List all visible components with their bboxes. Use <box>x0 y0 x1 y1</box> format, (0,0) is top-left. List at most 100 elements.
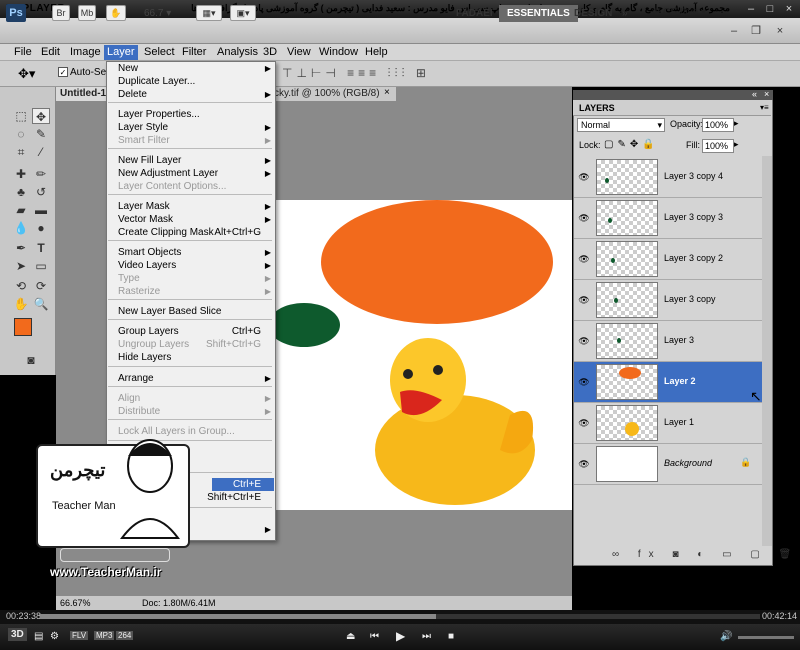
layer-menu-item[interactable]: Hide Layers <box>107 351 275 364</box>
visibility-eye-icon[interactable]: 👁 <box>578 254 590 265</box>
move-tool-icon[interactable]: ✥▾ <box>18 66 35 82</box>
play-icon[interactable]: ▶ <box>396 629 405 643</box>
visibility-eye-icon[interactable]: 👁 <box>578 172 590 183</box>
quick-selection-icon[interactable]: ✎ <box>32 126 50 142</box>
align-buttons[interactable]: ⊤⊥⊢⊣ ≡≡≡ ⫶⫶⫶ ⊞ <box>282 66 430 81</box>
zoom-tool-icon[interactable]: 🔍 <box>32 296 50 312</box>
tab-untitled-1[interactable]: Untitled-1 <box>56 87 112 101</box>
dodge-tool-icon[interactable]: ● <box>32 220 50 236</box>
opacity-arrow-icon[interactable]: ▸ <box>734 118 739 129</box>
layer-name[interactable]: Layer 3 copy 2 <box>664 253 723 263</box>
menu-3d[interactable]: 3D <box>260 45 280 60</box>
volume-icon[interactable]: 🔊 <box>720 631 732 642</box>
layer-name[interactable]: Layer 1 <box>664 417 694 427</box>
menu-image[interactable]: Image <box>67 45 104 60</box>
visibility-eye-icon[interactable]: 👁 <box>578 213 590 224</box>
layer-menu-item[interactable]: Smart Objects ▶ <box>107 246 275 259</box>
menu-layer[interactable]: Layer <box>104 45 138 60</box>
minimize-icon[interactable]: – <box>743 2 759 16</box>
layer-footer-buttons[interactable]: ∞ fx ◙ ◐ ▭ ▢ 🗑 <box>612 549 799 560</box>
blur-tool-icon[interactable]: 💧 <box>12 220 30 236</box>
tab-ducky[interactable]: cky.tif @ 100% (RGB/8) <box>270 87 396 101</box>
path-selection-icon[interactable]: ➤ <box>12 258 30 274</box>
visibility-eye-icon[interactable]: 👁 <box>578 377 590 388</box>
fill-arrow-icon[interactable]: ▸ <box>734 139 739 150</box>
visibility-eye-icon[interactable]: 👁 <box>578 459 590 470</box>
lock-buttons[interactable]: ▢✎✥🔒 <box>604 139 659 150</box>
layer-menu-item[interactable]: Arrange ▶ <box>107 372 275 385</box>
close-icon[interactable]: × <box>781 2 797 16</box>
layer-menu-item[interactable]: Video Layers ▶ <box>107 259 275 272</box>
layer-menu-item[interactable]: Layer Properties... <box>107 108 275 121</box>
history-brush-icon[interactable]: ↺ <box>32 184 50 200</box>
menu-help[interactable]: Help <box>362 45 391 60</box>
view-extras-button[interactable]: ▦▾ <box>196 5 222 21</box>
layer-name[interactable]: Layer 2 <box>664 376 696 386</box>
pen-tool-icon[interactable]: ✒ <box>12 240 30 256</box>
3d-rotate-icon[interactable]: ⟲ <box>12 278 30 294</box>
menu-select[interactable]: Select <box>141 45 178 60</box>
rubber-duck-image[interactable] <box>360 330 540 510</box>
marquee-tool-icon[interactable]: ⬚ <box>12 108 30 124</box>
arrange-documents-button[interactable]: ▣▾ <box>230 5 256 21</box>
minibridge-button[interactable]: Mb <box>78 5 96 21</box>
layer-name[interactable]: Layer 3 <box>664 335 694 345</box>
move-tool-icon[interactable]: ✥ <box>32 108 50 124</box>
bridge-button[interactable]: Br <box>52 5 70 21</box>
crop-tool-icon[interactable]: ⌗ <box>12 144 30 160</box>
status-zoom[interactable]: 66.67% <box>60 598 91 608</box>
visibility-eye-icon[interactable]: 👁 <box>578 418 590 429</box>
visibility-eye-icon[interactable]: 👁 <box>578 295 590 306</box>
ps-restore-icon[interactable]: ❐ <box>748 24 764 38</box>
menu-file[interactable]: File <box>11 45 35 60</box>
layer-name[interactable]: Background <box>664 458 712 468</box>
layer-menu-item[interactable]: Vector Mask ▶ <box>107 213 275 226</box>
maximize-icon[interactable]: □ <box>762 2 778 16</box>
layer-menu-item[interactable]: Create Clipping Mask Alt+Ctrl+G <box>107 226 275 239</box>
ps-minimize-icon[interactable]: – <box>726 24 742 38</box>
ps-close-icon[interactable]: × <box>772 24 788 38</box>
hand-tool-icon[interactable]: ✋ <box>12 296 30 312</box>
panel-close-icon[interactable]: × <box>764 89 769 99</box>
auto-select-checkbox[interactable]: ✓ <box>58 67 68 77</box>
settings-icon[interactable]: ⚙ <box>50 631 59 642</box>
stamp-tool-icon[interactable]: ♣ <box>12 184 30 200</box>
layer-menu-item[interactable]: Duplicate Layer... <box>107 75 275 88</box>
workspace-design[interactable]: DESIGN <box>566 5 620 22</box>
eyedropper-tool-icon[interactable]: ⁄ <box>32 144 50 160</box>
layer-name[interactable]: Layer 3 copy 4 <box>664 171 723 181</box>
zoom-level-field[interactable]: 66.7 ▾ <box>144 6 192 21</box>
layer-menu-item[interactable]: New Adjustment Layer ▶ <box>107 167 275 180</box>
layer-menu-item[interactable]: Layer Mask ▶ <box>107 200 275 213</box>
fill-field[interactable]: 100% <box>702 139 734 153</box>
lasso-tool-icon[interactable]: ◌ <box>12 126 30 142</box>
layer-menu-item[interactable]: Delete ▶ <box>107 88 275 101</box>
workspace-fadaei[interactable]: FADAEI <box>448 5 501 22</box>
panel-titlebar[interactable] <box>573 90 773 100</box>
opacity-field[interactable]: 100% <box>702 118 734 132</box>
panel-collapse-icon[interactable]: « <box>752 89 757 99</box>
quick-mask-icon[interactable]: ◙ <box>22 352 40 368</box>
playlist-icon[interactable]: ▤ <box>34 631 43 642</box>
blend-mode-select[interactable]: Normal ▾ <box>577 118 665 132</box>
orange-ellipse-layer[interactable] <box>321 200 553 324</box>
next-icon[interactable]: ⏭ <box>422 631 431 642</box>
layer-name[interactable]: Layer 3 copy 3 <box>664 212 723 222</box>
eraser-tool-icon[interactable]: ▰ <box>12 202 30 218</box>
previous-icon[interactable]: ⏮ <box>370 631 379 642</box>
eject-icon[interactable]: ⏏ <box>346 631 355 642</box>
menu-window[interactable]: Window <box>316 45 361 60</box>
3d-button[interactable]: 3D <box>8 628 27 641</box>
tab-close-icon[interactable]: × <box>384 87 390 98</box>
layers-scrollbar[interactable] <box>762 156 772 546</box>
menu-edit[interactable]: Edit <box>38 45 63 60</box>
hand-tool-button[interactable]: ✋ <box>106 5 126 21</box>
volume-slider[interactable] <box>738 636 794 639</box>
healing-tool-icon[interactable]: ✚ <box>12 166 30 182</box>
menu-filter[interactable]: Filter <box>179 45 209 60</box>
layer-menu-item[interactable]: New Layer Based Slice <box>107 305 275 318</box>
type-tool-icon[interactable]: T <box>32 240 50 256</box>
menu-view[interactable]: View <box>284 45 314 60</box>
stop-icon[interactable]: ■ <box>448 631 454 642</box>
cs-live-button[interactable]: ⊛ CS Live ▾ <box>652 4 706 22</box>
